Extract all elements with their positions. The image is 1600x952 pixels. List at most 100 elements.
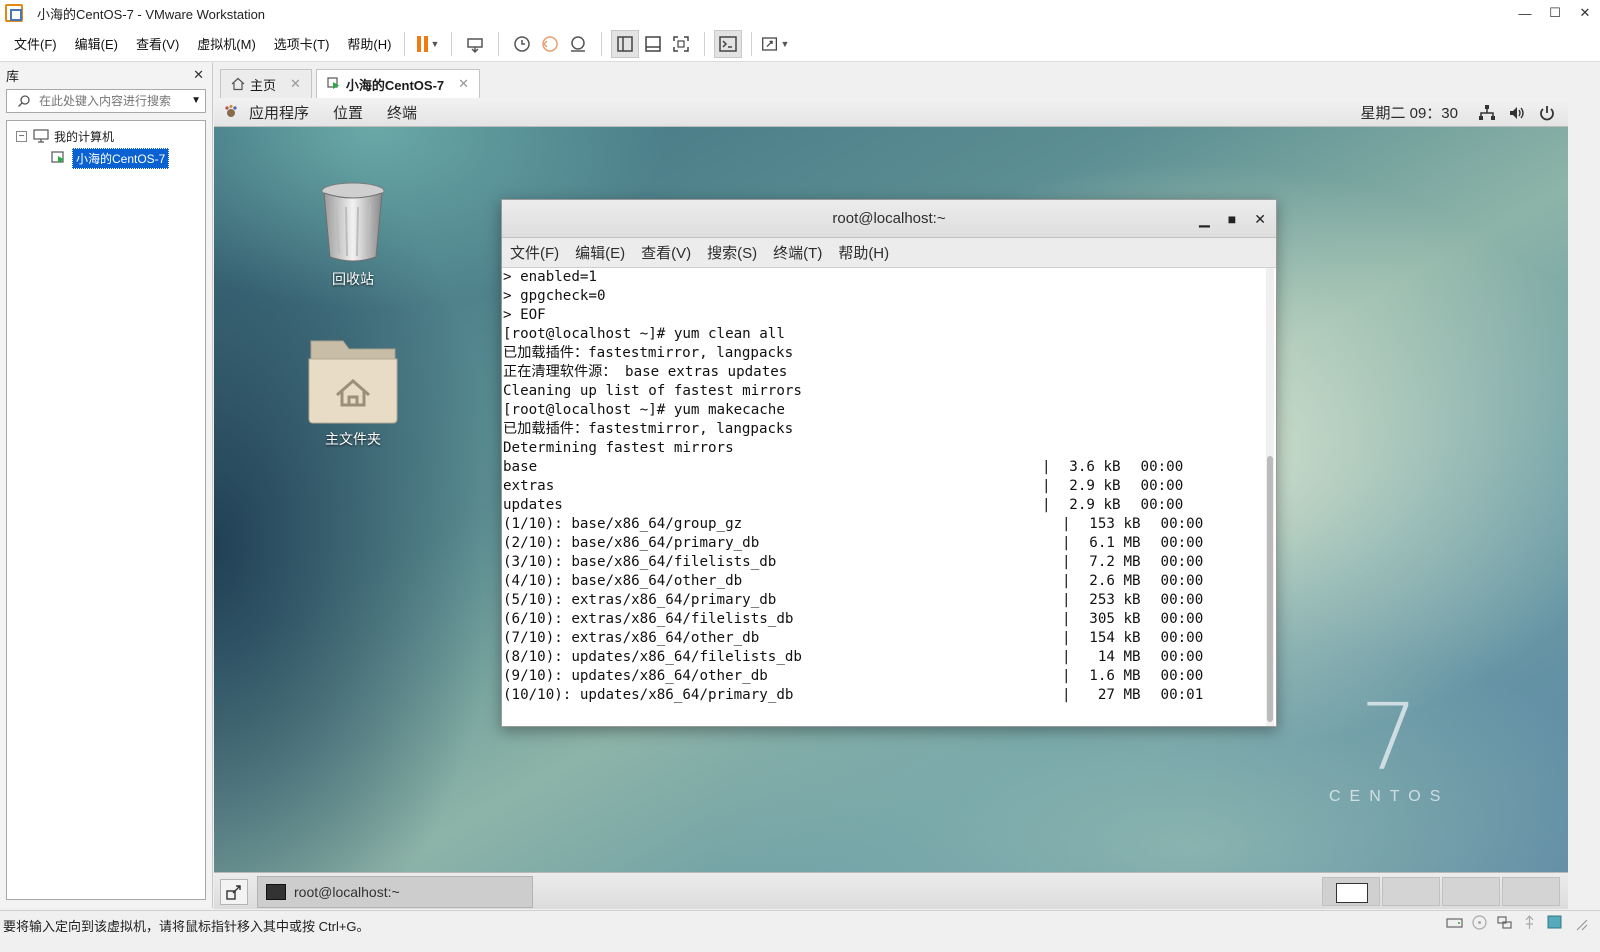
terminal-line: (10/10): updates/x86_64/primary_db | 27 MB… [502,686,1276,705]
search-dropdown-icon[interactable]: ▼ [191,95,201,106]
vm-view-edge [1568,98,1600,909]
terminal-line: updates | 2.9 kB 00:00 [502,496,1276,515]
hard-disk-icon[interactable] [1446,914,1463,931]
vm-tabs: 主页 ✕ 小海的CentOS-7 ✕ [214,63,1600,98]
guest-tray: 星期二 09：30 [1360,98,1556,127]
tab-close-button[interactable]: ✕ [290,76,301,92]
terminal-title: root@localhost:~ [832,210,946,227]
menu-view[interactable]: 查看(V) [136,34,179,53]
terminal-line: [root@localhost ~]# yum makecache [503,402,785,418]
thumbnail-layout-icon [645,35,662,52]
terminal-maximize-button[interactable]: ■ [1228,211,1236,227]
volume-icon[interactable] [1508,104,1526,122]
guest-menu-places[interactable]: 位置 [333,102,363,123]
stretch-guest-button[interactable]: ▼ [761,30,789,58]
workspace-3[interactable] [1442,877,1500,906]
terminal-item-size: 3.6 kB [1069,459,1121,475]
terminal-item-time: 00:00 [1160,649,1204,665]
workspace-4[interactable] [1502,877,1560,906]
show-desktop-button[interactable] [220,879,248,905]
tree-item-my-computer[interactable]: − 我的计算机 [7,125,205,147]
library-search-input[interactable] [39,94,179,108]
terminal-item-time: 00:00 [1160,668,1204,684]
fullscreen-button[interactable] [667,30,695,58]
terminal-item-size: 305 kB [1089,611,1141,627]
home-folder-icon [308,340,398,424]
taskbar-item-terminal[interactable]: root@localhost:~ [257,876,533,908]
tab-home[interactable]: 主页 ✕ [220,69,312,98]
maximize-button[interactable]: ☐ [1540,0,1570,26]
tab-close-button[interactable]: ✕ [458,76,469,92]
message-icon[interactable] [1546,914,1563,931]
desktop-icon-trash[interactable]: 回收站 [298,181,408,289]
guest-taskbar: root@localhost:~ [214,872,1568,909]
terminal-menu-file[interactable]: 文件(F) [510,242,559,263]
minimize-button[interactable]: — [1510,0,1540,26]
pause-button[interactable]: ▼ [414,30,442,58]
terminal-menu-help[interactable]: 帮助(H) [838,242,889,263]
snapshot-button[interactable] [508,30,536,58]
terminal-icon [719,35,738,52]
guest-menu-terminal[interactable]: 终端 [387,102,417,123]
terminal-scrollbar[interactable] [1266,268,1274,726]
terminal-icon [266,884,286,900]
terminal-item-size: 2.9 kB [1069,497,1121,513]
snapshot-icon [514,35,531,52]
terminal-close-button[interactable]: ✕ [1254,211,1266,228]
snapshot-manager-icon [571,35,586,52]
library-close-button[interactable]: ✕ [193,67,204,83]
guest-menu-applications[interactable]: 应用程序 [249,102,309,123]
menu-tabs[interactable]: 选项卡(T) [274,34,330,53]
terminal-item-name: (10/10): updates/x86_64/primary_db [503,687,794,703]
terminal-menu-edit[interactable]: 编辑(E) [575,242,625,263]
close-button[interactable]: ✕ [1570,0,1600,26]
terminal-scrollbar-thumb[interactable] [1267,456,1273,722]
terminal-menu-view[interactable]: 查看(V) [641,242,691,263]
terminal-item-name: (5/10): extras/x86_64/primary_db [503,592,777,608]
guest-desktop[interactable]: 回收站 主文件夹 7 CENTOS root@localhost:~ ▁ ■ ✕… [214,127,1568,872]
show-thumbnail-button[interactable] [639,30,667,58]
menu-vm[interactable]: 虚拟机(M) [197,34,256,53]
workspace-2[interactable] [1382,877,1440,906]
terminal-titlebar[interactable]: root@localhost:~ ▁ ■ ✕ [502,200,1276,238]
terminal-line: (9/10): updates/x86_64/other_db | 1.6 MB 00… [502,667,1276,686]
desktop-icon-home[interactable]: 主文件夹 [298,333,408,449]
tab-vm[interactable]: 小海的CentOS-7 ✕ [315,69,481,98]
show-library-button[interactable] [611,29,640,58]
terminal-window[interactable]: root@localhost:~ ▁ ■ ✕ 文件(F) 编辑(E) 查看(V)… [501,199,1277,727]
keyboard-send-icon [467,37,484,53]
collapse-icon[interactable]: − [16,130,27,142]
toolbar-separator [498,31,500,56]
guest-clock[interactable]: 星期二 09：30 [1360,102,1458,123]
search-icon [18,95,30,107]
network-adapter-icon[interactable] [1496,914,1513,931]
resize-grip-icon[interactable] [1571,914,1588,931]
usb-icon[interactable] [1521,914,1538,931]
menu-edit[interactable]: 编辑(E) [75,34,118,53]
desktop-icon-label: 回收站 [332,271,374,287]
cd-dvd-icon[interactable] [1471,914,1488,931]
terminal-output[interactable]: > enabled=1 > gpgcheck=0 > EOF [root@localh… [502,268,1276,726]
window-titlebar: 小海的CentOS-7 - VMware Workstation — ☐ ✕ [0,0,1600,26]
menu-file[interactable]: 文件(F) [14,34,57,53]
power-icon[interactable] [1538,104,1556,122]
snapshot-manager-button[interactable] [564,30,592,58]
terminal-menu-search[interactable]: 搜索(S) [707,242,757,263]
terminal-line: (2/10): base/x86_64/primary_db | 6.1 MB 00:… [502,534,1276,553]
network-icon[interactable] [1478,104,1496,122]
terminal-item-time: 00:00 [1160,592,1204,608]
terminal-item-time: 00:00 [1160,516,1204,532]
terminal-item-name: extras [503,478,555,494]
revert-snapshot-button[interactable] [536,30,564,58]
window-title: 小海的CentOS-7 - VMware Workstation [37,6,266,22]
send-ctrl-alt-del-button[interactable] [461,30,489,58]
terminal-menu-terminal[interactable]: 终端(T) [773,242,822,263]
terminal-line: (3/10): base/x86_64/filelists_db | 7.2 MB 0… [502,553,1276,572]
menu-help[interactable]: 帮助(H) [347,34,391,53]
tree-item-label: 我的计算机 [54,129,115,144]
workspace-1[interactable] [1322,877,1380,906]
console-view-button[interactable] [714,29,743,58]
tree-item-vm[interactable]: 小海的CentOS-7 [7,147,205,169]
gnome-foot-icon [225,104,237,117]
terminal-minimize-button[interactable]: ▁ [1199,211,1210,228]
